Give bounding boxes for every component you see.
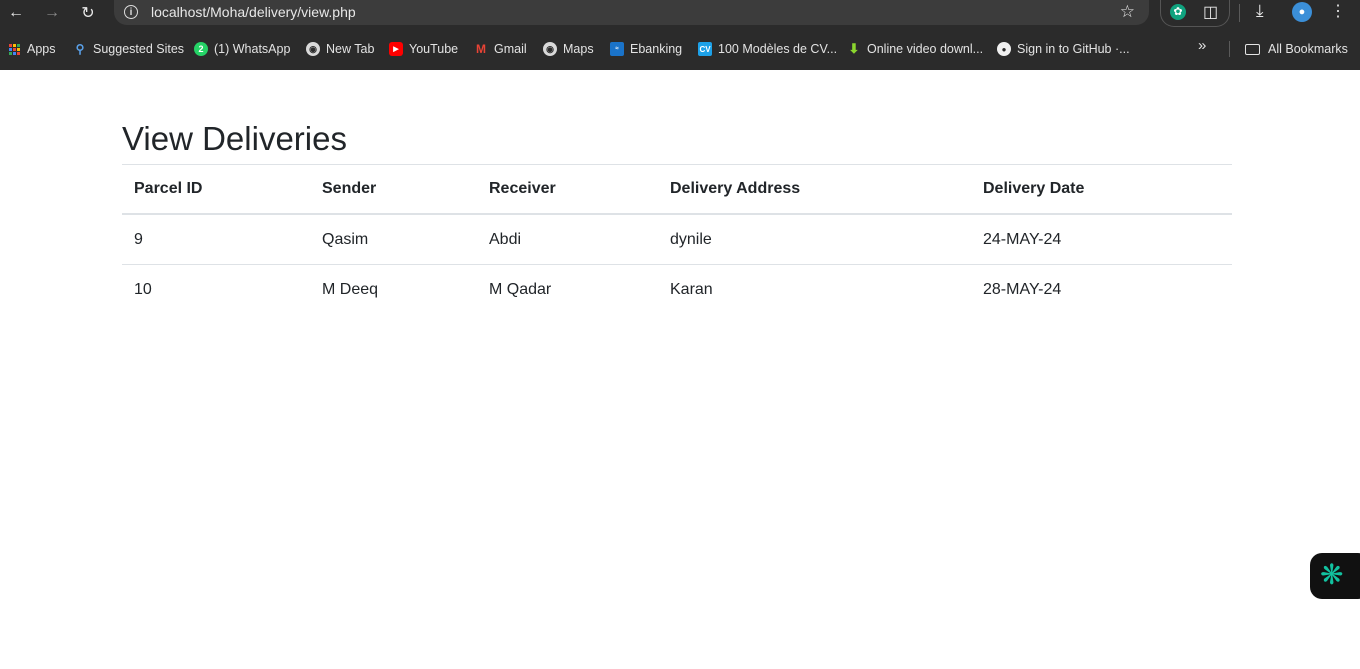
bookmark-whatsapp[interactable]: 2 (1) WhatsApp	[194, 37, 290, 61]
page-container: View Deliveries Parcel ID Sender Receive…	[122, 118, 1232, 314]
site-info-icon[interactable]: i	[124, 5, 138, 19]
chatgpt-logo-icon: ❋	[1320, 559, 1344, 590]
ebanking-icon: ≈	[610, 42, 624, 56]
profile-avatar-icon[interactable]: ●	[1292, 2, 1312, 22]
column-header: Sender	[310, 164, 477, 215]
column-header: Delivery Date	[971, 164, 1232, 215]
bookmark-label: 100 Modèles de CV...	[718, 42, 838, 56]
back-arrow-icon[interactable]: ←	[1, 0, 31, 25]
bookmark-label: Sign in to GitHub ·...	[1017, 42, 1130, 56]
bookmark-label: Gmail	[494, 42, 527, 56]
globe-icon: ◉	[306, 42, 320, 56]
deliveries-table: Parcel ID Sender Receiver Delivery Addre…	[122, 164, 1232, 314]
bookmark-star-icon[interactable]: ☆	[1120, 2, 1135, 22]
chatgpt-floating-button[interactable]: ❋	[1310, 553, 1360, 599]
bookmark-new-tab[interactable]: ◉ New Tab	[306, 37, 374, 61]
table-cell: Abdi	[477, 214, 658, 265]
address-bar[interactable]: i localhost/Moha/delivery/view.php ☆	[114, 0, 1149, 25]
table-cell: 28-MAY-24	[983, 280, 1062, 298]
youtube-icon: ▶	[389, 42, 403, 56]
search-icon: ⚲	[75, 42, 85, 56]
table-cell: 9	[122, 214, 310, 265]
github-icon: ●	[997, 42, 1011, 56]
bookmarks-bar: Apps ⚲ Suggested Sites 2 (1) WhatsApp ◉ …	[0, 37, 1360, 61]
apps-grid-icon	[7, 42, 21, 56]
table-header-row: Parcel ID Sender Receiver Delivery Addre…	[122, 164, 1232, 215]
gmail-icon: M	[476, 42, 486, 56]
bookmark-suggested-sites[interactable]: ⚲ Suggested Sites	[73, 37, 184, 61]
bookmarks-divider	[1229, 41, 1230, 57]
all-bookmarks-button[interactable]: All Bookmarks	[1245, 37, 1348, 61]
globe-icon: ◉	[543, 42, 557, 56]
table-cell: 10	[134, 280, 152, 298]
table-cell: M Deeq	[322, 280, 379, 298]
folder-icon	[1245, 43, 1260, 55]
bookmark-gmail[interactable]: M Gmail	[474, 37, 527, 61]
bookmark-label: (1) WhatsApp	[214, 42, 291, 56]
url-text[interactable]: localhost/Moha/delivery/view.php	[151, 4, 356, 20]
bookmark-label: Apps	[27, 42, 56, 56]
bookmark-label: Online video downl...	[867, 42, 984, 56]
download-icon[interactable]: ⤓	[1256, 1, 1264, 21]
browser-toolbar: ← → ↻ i localhost/Moha/delivery/view.php…	[0, 0, 1360, 70]
all-bookmarks-label: All Bookmarks	[1268, 42, 1348, 56]
column-header: Parcel ID	[122, 164, 310, 215]
extensions-puzzle-icon[interactable]: ◫	[1203, 2, 1218, 22]
column-header: Receiver	[477, 164, 658, 215]
bookmark-youtube[interactable]: ▶ YouTube	[389, 37, 458, 61]
bookmark-apps[interactable]: Apps	[7, 37, 56, 61]
table-row: 9 Qasim Abdi dynile 24-MAY-24	[122, 214, 1232, 265]
bookmark-label: New Tab	[326, 42, 375, 56]
download-arrow-icon: ⬇	[848, 41, 860, 56]
bookmark-label: YouTube	[409, 42, 459, 56]
bookmark-label: Ebanking	[630, 42, 683, 56]
table-cell: dynile	[658, 214, 971, 265]
bookmark-github[interactable]: ● Sign in to GitHub ·...	[997, 37, 1130, 61]
bookmark-cv-models[interactable]: CV 100 Modèles de CV...	[698, 37, 837, 61]
cv-icon: CV	[698, 42, 712, 56]
extensions-area: ✿ ◫	[1160, 0, 1230, 27]
chatgpt-extension-icon[interactable]: ✿	[1170, 4, 1186, 20]
bookmark-video-downloader[interactable]: ⬇ Online video downl...	[847, 37, 984, 61]
bookmark-label: Suggested Sites	[93, 42, 185, 56]
table-cell: Karan	[670, 280, 713, 298]
table-cell: Qasim	[310, 214, 477, 265]
reload-icon[interactable]: ↻	[73, 0, 103, 25]
forward-arrow-icon[interactable]: →	[37, 0, 67, 25]
bookmark-ebanking[interactable]: ≈ Ebanking	[610, 37, 682, 61]
table-cell: 24-MAY-24	[971, 214, 1232, 265]
page-title: View Deliveries	[122, 120, 347, 157]
column-header: Delivery Address	[658, 164, 971, 215]
table-row: 10 M Deeq M Qadar Karan 28-MAY-24	[122, 265, 1232, 315]
bookmarks-overflow-chevron-icon[interactable]: »	[1198, 37, 1206, 54]
bookmark-maps[interactable]: ◉ Maps	[543, 37, 594, 61]
menu-dots-icon[interactable]: ⋮	[1330, 1, 1346, 21]
bookmark-label: Maps	[563, 42, 594, 56]
table-cell: M Qadar	[489, 280, 552, 298]
whatsapp-icon: 2	[194, 42, 208, 56]
toolbar-divider	[1239, 4, 1240, 22]
